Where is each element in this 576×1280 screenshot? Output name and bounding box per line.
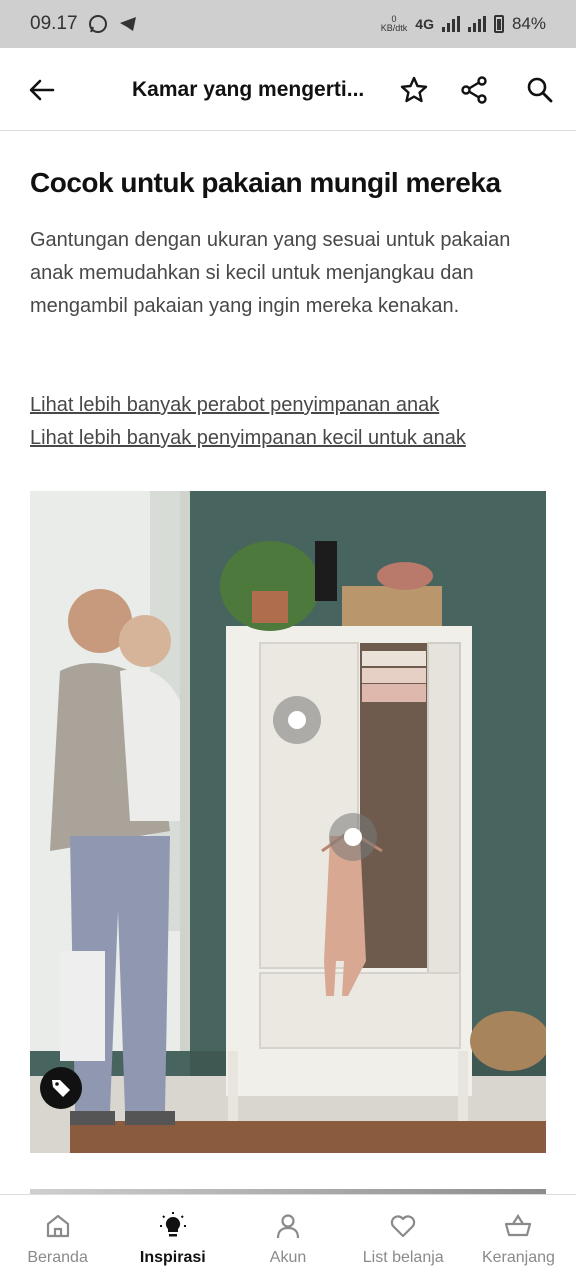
favorite-button[interactable] [398, 74, 430, 106]
product-hotspot-wardrobe[interactable] [273, 696, 321, 744]
section-description: Gantungan dengan ukuran yang sesuai untu… [30, 229, 511, 317]
nav-account[interactable]: Akun [230, 1195, 345, 1280]
telegram-icon [119, 17, 136, 31]
whatsapp-icon [88, 15, 107, 33]
nav-inspiration-label: Inspirasi [139, 1249, 206, 1266]
status-time: 09.17 [30, 13, 78, 34]
price-tag-icon [52, 1080, 70, 1097]
page-title: Kamar yang mengerti... [132, 78, 365, 101]
lightbulb-icon [159, 1212, 186, 1237]
content-area[interactable]: Cocok untuk pakaian mungil mereka Gantun… [0, 131, 576, 1194]
signal-icon [441, 16, 460, 32]
back-button[interactable] [26, 74, 58, 106]
nav-wishlist-label: List belanja [362, 1249, 444, 1266]
arrow-left-icon [29, 79, 55, 101]
star-icon [400, 76, 428, 103]
product-hotspot-hanger[interactable] [329, 813, 377, 861]
app-header: Kamar yang mengerti... [0, 48, 576, 131]
network-type: 4G [415, 16, 434, 32]
person-icon [276, 1214, 300, 1239]
related-links: Lihat lebih banyak perabot penyimpanan a… [30, 389, 550, 455]
net-speed: 0 KB/dtk [380, 14, 408, 33]
link-kids-small-storage[interactable]: Lihat lebih banyak penyimpanan kecil unt… [30, 422, 550, 455]
bottom-navigation: Beranda Inspirasi Akun List belanja Kera… [0, 1194, 576, 1280]
nav-cart[interactable]: Keranjang [461, 1195, 576, 1280]
share-icon [461, 76, 487, 104]
nav-cart-label: Keranjang [481, 1249, 555, 1266]
product-tags-button[interactable] [40, 1067, 82, 1109]
signal-icon-2 [467, 16, 486, 32]
wardrobe-scene-image [30, 491, 546, 1153]
section-title: Cocok untuk pakaian mungil mereka [30, 167, 501, 198]
home-icon [46, 1214, 69, 1238]
search-icon [527, 77, 553, 103]
room-photo[interactable] [30, 491, 546, 1153]
link-kids-storage-furniture[interactable]: Lihat lebih banyak perabot penyimpanan a… [30, 389, 550, 422]
nav-home[interactable]: Beranda [0, 1195, 115, 1280]
nav-wishlist[interactable]: List belanja [346, 1195, 461, 1280]
heart-icon [391, 1215, 416, 1238]
basket-icon [505, 1213, 532, 1237]
status-bar: 09.17 0 KB/dtk 4G 84% [0, 0, 576, 48]
nav-home-label: Beranda [27, 1249, 88, 1266]
nav-inspiration[interactable]: Inspirasi [115, 1195, 230, 1280]
nav-account-label: Akun [269, 1249, 307, 1266]
search-button[interactable] [524, 74, 556, 106]
battery-level: 84% [511, 14, 546, 33]
share-button[interactable] [458, 74, 490, 106]
battery-icon [493, 15, 504, 33]
